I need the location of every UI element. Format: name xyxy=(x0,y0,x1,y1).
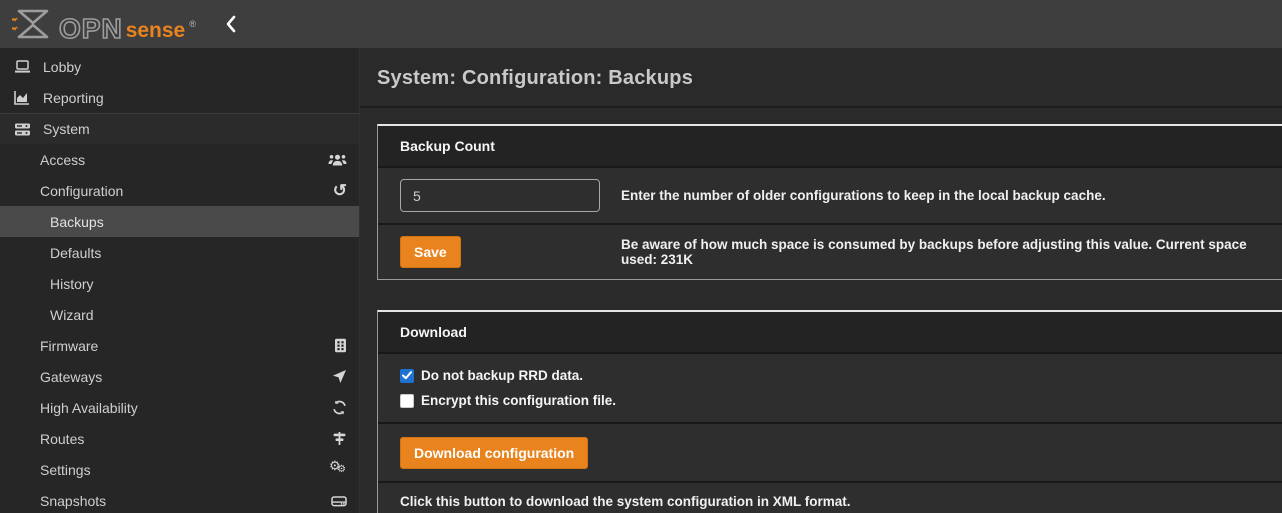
page-header: System: Configuration: Backups xyxy=(360,48,1282,108)
signpost-icon xyxy=(332,431,347,446)
sidebar-nav: Lobby Reporting xyxy=(0,48,360,513)
rrd-checkbox-line: Do not backup RRD data. xyxy=(400,365,583,386)
sync-icon xyxy=(332,400,347,415)
sidebar-item-label: Snapshots xyxy=(40,493,106,509)
sidebar-item-lobby[interactable]: Lobby xyxy=(0,51,359,82)
sidebar-item-label: High Availability xyxy=(40,400,138,416)
sidebar-item-label: Wizard xyxy=(50,307,94,323)
hdd-icon xyxy=(331,494,347,508)
location-arrow-icon xyxy=(332,369,347,384)
checkmark-icon xyxy=(402,371,412,380)
backup-count-panel: Backup Count Enter the number of older c… xyxy=(377,124,1282,280)
sidebar-item-wizard[interactable]: Wizard xyxy=(0,299,359,330)
download-help-text: Click this button to download the system… xyxy=(400,494,851,509)
users-icon xyxy=(328,153,347,167)
download-header: Download xyxy=(378,312,1282,352)
sidebar-item-label: Access xyxy=(40,152,85,168)
sidebar-item-label: System xyxy=(43,121,90,137)
sidebar-collapse-button[interactable] xyxy=(225,15,237,33)
sidebar-item-backups[interactable]: Backups xyxy=(0,206,359,237)
backup-count-help-text: Enter the number of older configurations… xyxy=(621,188,1260,203)
chevron-left-icon xyxy=(225,15,237,33)
save-button[interactable]: Save xyxy=(400,236,461,268)
sidebar-item-label: Reporting xyxy=(43,90,104,106)
backup-count-input-row: Enter the number of older configurations… xyxy=(378,166,1282,223)
sidebar-item-reporting[interactable]: Reporting xyxy=(0,82,359,113)
backup-count-header: Backup Count xyxy=(378,126,1282,166)
laptop-icon xyxy=(10,59,34,74)
rrd-checkbox-label[interactable]: Do not backup RRD data. xyxy=(421,365,583,386)
download-options-row: Do not backup RRD data. Encrypt this con… xyxy=(378,352,1282,422)
space-warning-text: Be aware of how much space is consumed b… xyxy=(621,237,1260,267)
sidebar-item-label: Routes xyxy=(40,431,84,447)
sidebar-item-label: Backups xyxy=(50,214,104,230)
sidebar-item-label: History xyxy=(50,276,94,292)
rrd-checkbox[interactable] xyxy=(400,369,414,383)
brand-registered-mark: ® xyxy=(189,19,196,29)
download-help-row: Click this button to download the system… xyxy=(378,481,1282,513)
page-title: System: Configuration: Backups xyxy=(377,67,1282,90)
download-configuration-button[interactable]: Download configuration xyxy=(400,437,588,469)
brand-sense-text: sense xyxy=(126,20,186,41)
cogs-icon: ⚙ ⚙ xyxy=(329,462,347,478)
encrypt-checkbox-label[interactable]: Encrypt this configuration file. xyxy=(421,390,616,411)
backup-count-input[interactable] xyxy=(400,179,600,212)
sidebar-item-history[interactable]: History xyxy=(0,268,359,299)
sidebar-item-system[interactable]: System xyxy=(0,113,359,144)
top-navbar: OPN sense ® xyxy=(0,0,1282,48)
encrypt-checkbox-line: Encrypt this configuration file. xyxy=(400,390,616,411)
sidebar-item-high-availability[interactable]: High Availability xyxy=(0,392,359,423)
server-icon xyxy=(10,122,34,137)
download-button-row: Download configuration xyxy=(378,422,1282,481)
area-chart-icon xyxy=(10,90,34,105)
backup-count-save-row: Save Be aware of how much space is consu… xyxy=(378,223,1282,279)
firmware-icon xyxy=(334,338,347,353)
sidebar-item-gateways[interactable]: Gateways xyxy=(0,361,359,392)
sidebar-item-defaults[interactable]: Defaults xyxy=(0,237,359,268)
sidebar-item-routes[interactable]: Routes xyxy=(0,423,359,454)
encrypt-checkbox[interactable] xyxy=(400,394,414,408)
sidebar-item-label: Firmware xyxy=(40,338,98,354)
opnsense-logo-icon xyxy=(12,7,52,41)
download-panel: Download Do not backup RRD data. xyxy=(377,310,1282,513)
sidebar-item-settings[interactable]: Settings ⚙ ⚙ xyxy=(0,454,359,485)
brand-opn-text: OPN xyxy=(59,16,123,41)
sidebar-item-label: Defaults xyxy=(50,245,101,261)
sidebar-item-firmware[interactable]: Firmware xyxy=(0,330,359,361)
sidebar-item-label: Lobby xyxy=(43,59,81,75)
history-icon: ↺ xyxy=(333,182,347,199)
sidebar-item-label: Gateways xyxy=(40,369,102,385)
main-content: System: Configuration: Backups Backup Co… xyxy=(360,48,1282,513)
opnsense-logo: OPN sense ® xyxy=(12,7,195,41)
sidebar-item-label: Configuration xyxy=(40,183,123,199)
sidebar-item-snapshots[interactable]: Snapshots xyxy=(0,485,359,513)
sidebar-item-label: Settings xyxy=(40,462,91,478)
sidebar-item-access[interactable]: Access xyxy=(0,144,359,175)
sidebar-item-configuration[interactable]: Configuration ↺ xyxy=(0,175,359,206)
